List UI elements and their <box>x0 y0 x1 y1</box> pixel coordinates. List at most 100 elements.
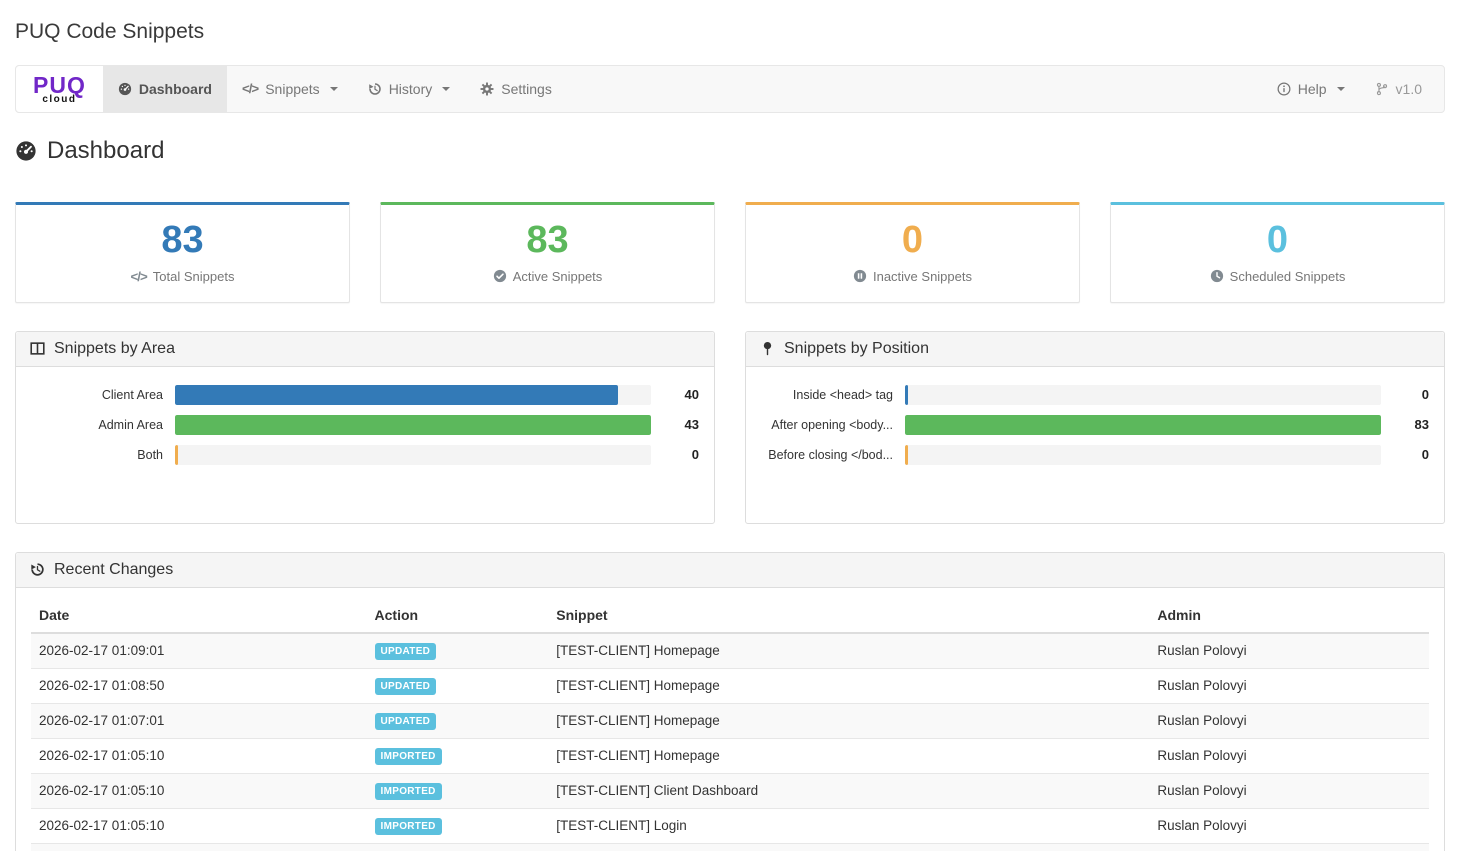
cell-admin: Ruslan Polovyi <box>1149 668 1429 703</box>
stat-card-scheduled-snippets: 0 Scheduled Snippets <box>1110 202 1445 303</box>
code-icon: </> <box>131 270 147 283</box>
cell-action: IMPORTED <box>367 773 549 808</box>
bar-row-inside-head-tag: Inside <head> tag 0 <box>761 385 1429 405</box>
cell-date: 2026-02-17 01:05:10 <box>31 773 367 808</box>
table-row: 2026-02-17 01:05:10IMPORTED[TEST-CLIENT]… <box>31 738 1429 773</box>
nav-item-label: History <box>389 81 433 97</box>
panel-title: Snippets by Position <box>784 340 929 358</box>
status-badge: UPDATED <box>375 678 437 695</box>
bar-row-admin-area: Admin Area 43 <box>31 415 699 435</box>
info-circle-icon <box>1277 82 1291 96</box>
bar-value: 43 <box>651 417 699 432</box>
stat-label: Scheduled Snippets <box>1121 269 1434 284</box>
stat-value: 83 <box>26 219 339 263</box>
panel-recent-changes: Recent Changes DateActionSnippetAdmin 20… <box>15 552 1445 851</box>
column-header-date: Date <box>31 598 367 633</box>
column-header-action: Action <box>367 598 549 633</box>
bar-track <box>905 445 1381 465</box>
bar-chart-position: Inside <head> tag 0 After opening <body...… <box>746 367 1444 523</box>
tachometer-icon <box>15 140 37 162</box>
status-badge: IMPORTED <box>375 783 442 800</box>
cell-snippet: [TEST-CLIENT] Client Dashboard <box>548 773 1149 808</box>
cell-action: UPDATED <box>367 668 549 703</box>
panel-header-area: Snippets by Area <box>16 332 714 367</box>
cell-action: UPDATED <box>367 633 549 669</box>
panel-header-position: Snippets by Position <box>746 332 1444 367</box>
table-row: 2026-02-17 01:05:10IMPORTED[TEST-CLIENT]… <box>31 843 1429 851</box>
recent-changes-table: DateActionSnippetAdmin 2026-02-17 01:09:… <box>31 598 1429 851</box>
column-header-snippet: Snippet <box>548 598 1149 633</box>
clock-icon <box>1210 269 1224 283</box>
nav-item-label: Help <box>1298 81 1327 97</box>
map-pin-icon <box>760 341 775 356</box>
nav-item-help[interactable]: Help <box>1262 66 1360 112</box>
cell-snippet: [TEST-CLIENT] Registration <box>548 843 1149 851</box>
cell-admin: Ruslan Polovyi <box>1149 808 1429 843</box>
nav-item-settings[interactable]: Settings <box>465 66 567 112</box>
cell-snippet: [TEST-CLIENT] Homepage <box>548 633 1149 669</box>
nav-item-dashboard[interactable]: Dashboard <box>103 66 227 112</box>
cell-action: IMPORTED <box>367 738 549 773</box>
stat-value: 0 <box>1121 219 1434 263</box>
stat-label-text: Scheduled Snippets <box>1230 269 1346 284</box>
stat-label: </> Total Snippets <box>26 269 339 284</box>
bar-label: Client Area <box>31 388 163 402</box>
panel-snippets-by-position: Snippets by Position Inside <head> tag 0 A… <box>745 331 1445 524</box>
stat-label-text: Total Snippets <box>153 269 235 284</box>
bar-value: 83 <box>1381 417 1429 432</box>
brand-tagline: cloud <box>42 94 76 105</box>
bar-label: Both <box>31 448 163 462</box>
nav-item-v1-0: v1.0 <box>1360 66 1444 112</box>
tachometer-icon <box>118 82 132 96</box>
table-row: 2026-02-17 01:09:01UPDATED[TEST-CLIENT] … <box>31 633 1429 669</box>
bar-label: After opening <body... <box>761 418 893 432</box>
code-icon: </> <box>242 82 258 95</box>
brand-name: PUQ <box>33 75 86 96</box>
stat-label: Inactive Snippets <box>756 269 1069 284</box>
cell-snippet: [TEST-CLIENT] Homepage <box>548 703 1149 738</box>
bar-row-after-opening-body: After opening <body... 83 <box>761 415 1429 435</box>
stat-value: 83 <box>391 219 704 263</box>
bar-value: 0 <box>651 447 699 462</box>
table-row: 2026-02-17 01:07:01UPDATED[TEST-CLIENT] … <box>31 703 1429 738</box>
bar-fill <box>175 445 178 465</box>
stat-label-text: Inactive Snippets <box>873 269 972 284</box>
bar-value: 0 <box>1381 447 1429 462</box>
cell-snippet: [TEST-CLIENT] Homepage <box>548 668 1149 703</box>
bar-value: 0 <box>1381 387 1429 402</box>
recent-changes-body: DateActionSnippetAdmin 2026-02-17 01:09:… <box>16 588 1444 851</box>
cell-action: IMPORTED <box>367 843 549 851</box>
cell-admin: Ruslan Polovyi <box>1149 773 1429 808</box>
chart-panels: Snippets by Area Client Area40Admin Area… <box>15 331 1445 524</box>
navbar: PUQ cloud Dashboard </> Snippets History Set… <box>15 65 1445 113</box>
table-header-row: DateActionSnippetAdmin <box>31 598 1429 633</box>
brand-logo[interactable]: PUQ cloud <box>16 66 103 112</box>
nav-item-snippets[interactable]: </> Snippets <box>227 66 353 112</box>
nav-item-label: Settings <box>501 81 552 97</box>
cell-admin: Ruslan Polovyi <box>1149 738 1429 773</box>
cell-date: 2026-02-17 01:05:10 <box>31 808 367 843</box>
stat-card-active-snippets: 83 Active Snippets <box>380 202 715 303</box>
nav-item-history[interactable]: History <box>353 66 466 112</box>
cell-action: IMPORTED <box>367 808 549 843</box>
bar-fill <box>175 415 651 435</box>
bar-track <box>175 385 651 405</box>
nav-item-label: v1.0 <box>1396 81 1422 97</box>
stat-value: 0 <box>756 219 1069 263</box>
bar-fill <box>905 385 908 405</box>
bar-track <box>905 385 1381 405</box>
column-header-admin: Admin <box>1149 598 1429 633</box>
section-heading-label: Dashboard <box>47 137 164 165</box>
panel-title: Recent Changes <box>54 561 173 579</box>
code-branch-icon <box>1375 82 1389 96</box>
nav-item-label: Dashboard <box>139 81 212 97</box>
cell-action: UPDATED <box>367 703 549 738</box>
nav-item-label: Snippets <box>265 81 319 97</box>
bar-label: Inside <head> tag <box>761 388 893 402</box>
stat-label: Active Snippets <box>391 269 704 284</box>
cell-snippet: [TEST-CLIENT] Login <box>548 808 1149 843</box>
page-title: PUQ Code Snippets <box>15 20 1445 44</box>
bar-fill <box>175 385 618 405</box>
cell-admin: Ruslan Polovyi <box>1149 703 1429 738</box>
bar-label: Admin Area <box>31 418 163 432</box>
